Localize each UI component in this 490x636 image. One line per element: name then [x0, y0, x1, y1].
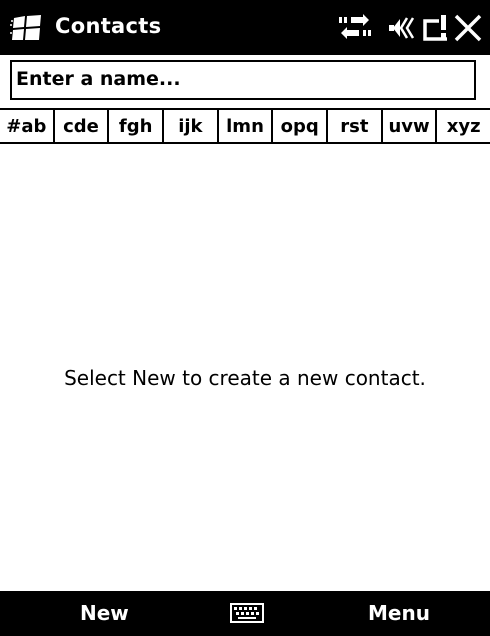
contacts-list[interactable]: Select New to create a new contact. — [0, 144, 490, 591]
alpha-tab-uvw[interactable]: uvw — [380, 110, 436, 142]
connectivity-icon[interactable] — [337, 13, 373, 43]
alpha-tab-ab[interactable]: #ab — [0, 110, 53, 142]
alpha-tab-rst[interactable]: rst — [326, 110, 381, 142]
alpha-tab-xyz[interactable]: xyz — [435, 110, 490, 142]
keyboard-icon[interactable] — [230, 601, 264, 625]
windows-start-icon[interactable] — [10, 15, 44, 41]
menu-bar: New Menu — [0, 591, 490, 636]
alpha-tab-opq[interactable]: opq — [271, 110, 326, 142]
new-softkey[interactable]: New — [80, 601, 129, 625]
alpha-tab-cde[interactable]: cde — [52, 110, 108, 142]
menu-softkey[interactable]: Menu — [368, 601, 430, 625]
close-icon[interactable] — [452, 13, 484, 43]
contacts-screen: Contacts Enter a name... #ab cde fgh ijk… — [0, 0, 490, 636]
alphabet-tab-bar: #ab cde fgh ijk lmn opq rst uvw xyz — [0, 108, 490, 144]
name-search-input[interactable]: Enter a name... — [10, 60, 476, 100]
empty-list-message: Select New to create a new contact. — [64, 366, 426, 390]
alpha-tab-fgh[interactable]: fgh — [107, 110, 162, 142]
signal-icon[interactable] — [421, 13, 449, 43]
alpha-tab-lmn[interactable]: lmn — [216, 110, 272, 142]
alpha-tab-ijk[interactable]: ijk — [162, 110, 217, 142]
app-title: Contacts — [55, 14, 162, 38]
volume-icon[interactable] — [383, 13, 415, 43]
search-area: Enter a name... — [0, 55, 490, 108]
title-bar: Contacts — [0, 0, 490, 55]
